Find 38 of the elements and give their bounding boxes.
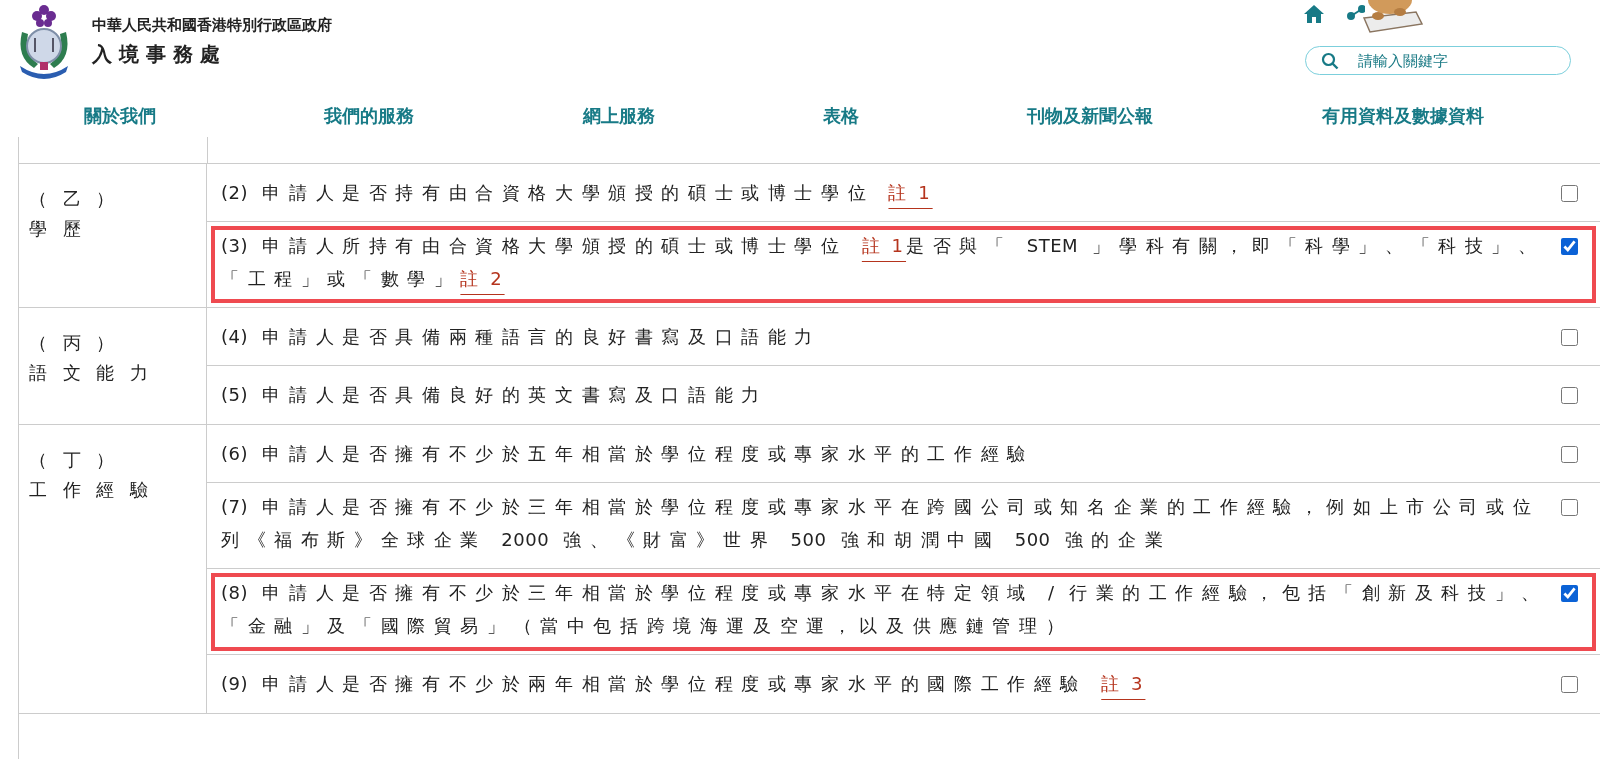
criterion-text: (6) 申請人是否擁有不少於五年相當於學位程度或專家水平的工作經驗	[221, 442, 1035, 466]
criterion-checkbox[interactable]	[1561, 499, 1578, 516]
criterion-text: (4) 申請人是否具備兩種語言的良好書寫及口語能力	[221, 325, 822, 349]
criterion-checkbox[interactable]	[1561, 676, 1578, 693]
criterion-text: (8) 申請人是否擁有不少於三年相當於學位程度或專家水平在特定領域 / 行業的工作經驗，包括「創新及科技」、「金融」及「國際貿易」（當中包括跨境海運及空運，以及供應鏈管理）	[221, 581, 1549, 638]
category-label: 工 作 經 驗	[29, 478, 155, 502]
nav-link[interactable]: 關於我們	[84, 100, 157, 128]
note-link[interactable]: 註 1	[861, 235, 907, 256]
criterion-text: (5) 申請人是否具備良好的英文書寫及口語能力	[221, 383, 769, 407]
category-label: 語 文 能 力	[29, 361, 155, 385]
criterion-checkbox[interactable]	[1561, 585, 1578, 602]
criterion-checkbox[interactable]	[1561, 329, 1578, 346]
nav-link[interactable]: 網上服務	[582, 100, 655, 128]
category-label: （ 丁 ）	[29, 448, 121, 472]
nav-link[interactable]: 有用資料及數據資料	[1321, 100, 1484, 128]
criterion-text: (3) 申請人所持有由合資格大學頒授的碩士或博士學位 註 1 是否與「 STEM 」學科有關，即「科學」、「科技」、「工程」或「數學」註 2	[221, 234, 1546, 291]
home-icon[interactable]	[1303, 4, 1325, 24]
category-label: 學 歷	[29, 217, 87, 241]
category-label: （ 丙 ）	[29, 331, 121, 355]
government-name: 中華人民共和國香港特別行政區政府	[92, 16, 332, 35]
criterion-checkbox[interactable]	[1561, 446, 1578, 463]
nav-link[interactable]: 我們的服務	[324, 100, 415, 128]
note-link[interactable]: 註 1	[888, 182, 933, 203]
note-link[interactable]: 註 3	[1101, 673, 1146, 694]
search-field[interactable]: 請輸入關鍵字	[1305, 46, 1571, 75]
mascot-drawing	[1360, 0, 1426, 36]
criterion-checkbox[interactable]	[1561, 238, 1578, 255]
note-link[interactable]: 註 2	[460, 268, 505, 289]
nav-link[interactable]: 表格	[823, 100, 860, 128]
criterion-text: (2) 申請人是否持有由合資格大學頒授的碩士或博士學位 註 1	[221, 181, 934, 205]
criterion-text: (7) 申請人是否擁有不少於三年相當於學位程度或專家水平在跨國公司或知名企業的工作經驗，例如上市公司或位列《福布斯》全球企業 2000 強、《財富》世界 500 強和胡潤中國 500 強的企業	[221, 495, 1541, 552]
search-icon	[1321, 52, 1339, 70]
category-label: （ 乙 ）	[29, 187, 121, 211]
criterion-checkbox[interactable]	[1561, 387, 1578, 404]
criterion-checkbox[interactable]	[1561, 185, 1578, 202]
criterion-text: (9) 申請人是否擁有不少於兩年相當於學位程度或專家水平的國際工作經驗 註 3	[221, 672, 1147, 696]
department-name: 入境事務處	[92, 41, 228, 68]
nav-link[interactable]: 刊物及新聞公報	[1027, 100, 1154, 128]
